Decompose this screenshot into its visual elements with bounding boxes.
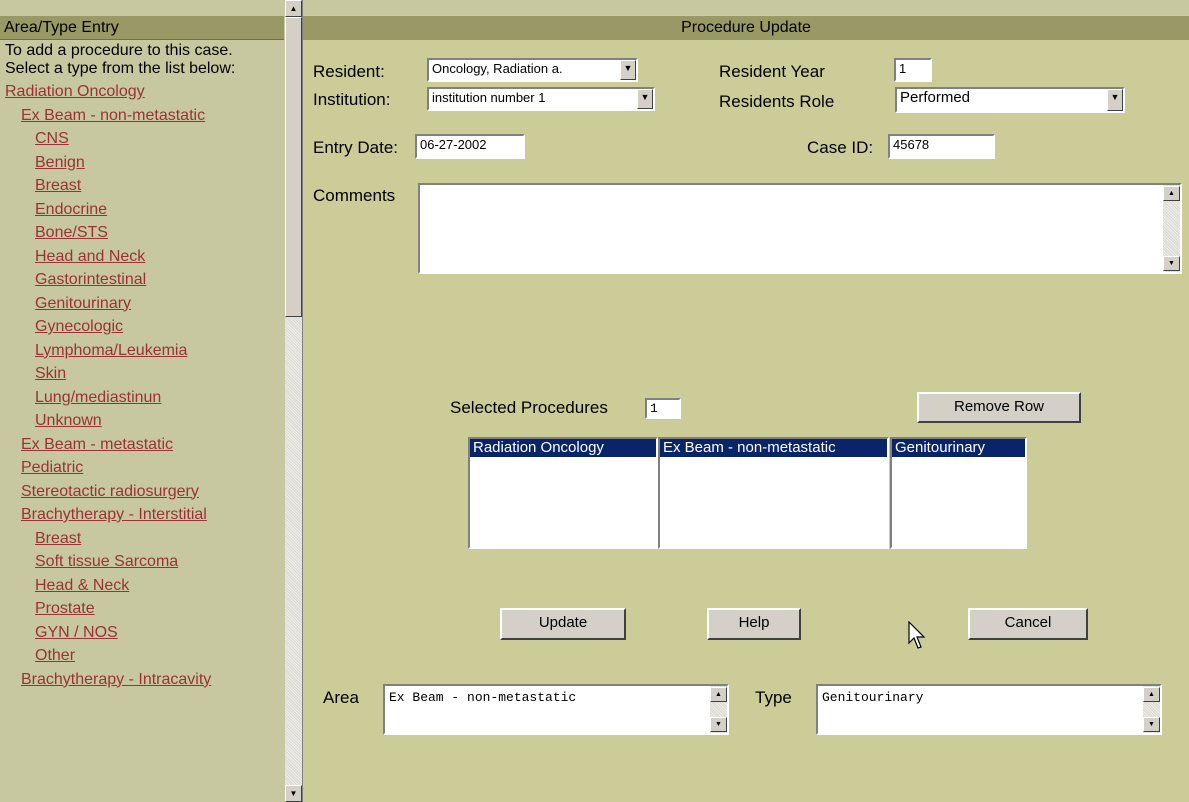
area-textarea[interactable]: Ex Beam - non-metastatic ▲ ▼ [383, 684, 729, 735]
procedure-link[interactable]: Head & Neck [5, 574, 283, 598]
procedure-link[interactable]: Lymphoma/Leukemia [5, 339, 283, 363]
scroll-down-icon[interactable]: ▼ [285, 785, 302, 802]
procedure-link[interactable]: Bone/STS [5, 221, 283, 245]
procedure-link[interactable]: Genitourinary [5, 292, 283, 316]
procedure-link[interactable]: Endocrine [5, 198, 283, 222]
comments-scrollbar[interactable]: ▲ ▼ [1163, 185, 1180, 272]
update-button[interactable]: Update [500, 608, 626, 640]
case-id-field[interactable]: 45678 [888, 134, 995, 159]
procedure-link[interactable]: Skin [5, 362, 283, 386]
procedure-link[interactable]: CNS [5, 127, 283, 151]
area-type-header: Area/Type Entry [0, 16, 284, 40]
type-label: Type [755, 688, 792, 707]
resident-select[interactable]: Oncology, Radiation a. ▼ [427, 58, 638, 82]
residents-role-label: Residents Role [719, 92, 835, 111]
entry-date-label: Entry Date: [313, 138, 399, 157]
list-item[interactable]: Ex Beam - non-metastatic [660, 439, 887, 457]
procedure-link[interactable]: Prostate [5, 597, 283, 621]
type-textarea[interactable]: Genitourinary ▲ ▼ [816, 684, 1162, 735]
scroll-thumb[interactable] [285, 17, 302, 317]
selected-procedures-label: Selected Procedures [450, 398, 608, 417]
remove-row-button[interactable]: Remove Row [917, 392, 1081, 423]
area-type-list: To add a procedure to this case. Select … [5, 42, 283, 691]
procedure-update-panel: Procedure Update Resident: Oncology, Rad… [303, 0, 1189, 802]
procedure-link[interactable]: GYN / NOS [5, 621, 283, 645]
resident-label: Resident: [313, 62, 385, 81]
type-list-box[interactable]: Genitourinary [890, 437, 1027, 549]
institution-label: Institution: [313, 90, 391, 109]
left-scrollbar[interactable]: ▲ ▼ [285, 0, 302, 802]
procedure-link[interactable]: Brachytherapy - Interstitial [5, 503, 283, 527]
procedure-link[interactable]: Ex Beam - non-metastatic [5, 104, 283, 128]
procedure-link[interactable]: Other [5, 644, 283, 668]
procedure-link[interactable]: Gastorintestinal [5, 268, 283, 292]
procedure-link[interactable]: Radiation Oncology [5, 80, 283, 104]
scroll-down-icon[interactable]: ▼ [1163, 256, 1180, 271]
scroll-up-icon[interactable]: ▲ [710, 687, 727, 702]
subarea-list-box[interactable]: Ex Beam - non-metastatic [658, 437, 889, 549]
intro-line-2: Select a type from the list below: [5, 60, 236, 77]
procedure-link[interactable]: Gynecologic [5, 315, 283, 339]
comments-textarea[interactable]: ▲ ▼ [418, 183, 1182, 274]
procedure-link[interactable]: Unknown [5, 409, 283, 433]
procedure-link[interactable]: Stereotactic radiosurgery [5, 480, 283, 504]
procedure-link[interactable]: Soft tissue Sarcoma [5, 550, 283, 574]
scroll-up-icon[interactable]: ▲ [285, 0, 302, 17]
chevron-down-icon[interactable]: ▼ [1107, 89, 1123, 111]
entry-date-field[interactable]: 06-27-2002 [415, 134, 525, 159]
list-item[interactable]: Genitourinary [892, 439, 1025, 457]
list-item[interactable]: Radiation Oncology [470, 439, 656, 457]
resident-year-field[interactable]: 1 [894, 58, 932, 82]
scroll-down-icon[interactable]: ▼ [1143, 717, 1160, 732]
type-scrollbar[interactable]: ▲ ▼ [1143, 686, 1160, 733]
procedure-link[interactable]: Benign [5, 151, 283, 175]
page-title: Procedure Update [303, 16, 1189, 40]
procedure-link[interactable]: Brachytherapy - Intracavity [5, 668, 283, 692]
procedure-link[interactable]: Lung/mediastinun [5, 386, 283, 410]
procedure-link[interactable]: Pediatric [5, 456, 283, 480]
case-id-label: Case ID: [807, 138, 874, 157]
mouse-pointer-icon [908, 621, 926, 649]
procedure-link[interactable]: Ex Beam - metastatic [5, 433, 283, 457]
comments-label: Comments [313, 186, 396, 205]
intro-line-1: To add a procedure to this case. [5, 42, 233, 59]
cancel-button[interactable]: Cancel [968, 608, 1088, 640]
procedure-link[interactable]: Breast [5, 174, 283, 198]
chevron-down-icon[interactable]: ▼ [620, 60, 636, 80]
scroll-up-icon[interactable]: ▲ [1143, 687, 1160, 702]
chevron-down-icon[interactable]: ▼ [637, 89, 653, 109]
procedure-link[interactable]: Head and Neck [5, 245, 283, 269]
area-scrollbar[interactable]: ▲ ▼ [710, 686, 727, 733]
resident-year-label: Resident Year [719, 62, 825, 81]
area-label: Area [323, 688, 359, 707]
residents-role-select[interactable]: Performed ▼ [895, 87, 1125, 113]
procedure-link[interactable]: Breast [5, 527, 283, 551]
scroll-up-icon[interactable]: ▲ [1163, 186, 1180, 201]
selected-procedures-count[interactable]: 1 [645, 398, 681, 419]
scroll-down-icon[interactable]: ▼ [710, 717, 727, 732]
help-button[interactable]: Help [707, 608, 801, 640]
area-list-box[interactable]: Radiation Oncology [468, 437, 658, 549]
institution-select[interactable]: institution number 1 ▼ [427, 87, 655, 111]
procedure-link-list: Radiation Oncology Ex Beam - non-metastat… [5, 80, 283, 691]
area-type-panel: Area/Type Entry To add a procedure to th… [0, 0, 303, 802]
